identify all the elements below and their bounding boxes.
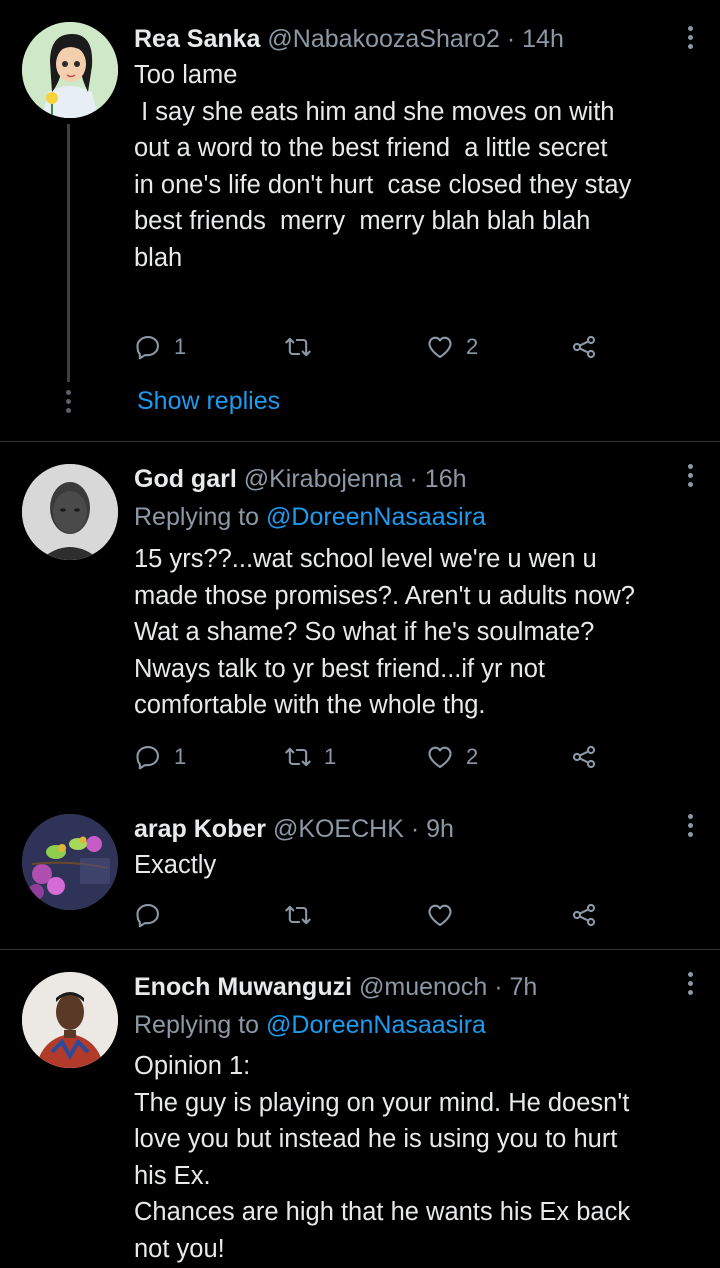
retweet-icon [284, 901, 312, 929]
display-name[interactable]: Enoch Muwanguzi [134, 973, 352, 1001]
user-handle[interactable]: @NabakoozaSharo2 [267, 25, 499, 53]
tweet-text: Exactly [134, 847, 704, 884]
tweet-text-line: his Ex. [134, 1161, 211, 1190]
replying-to: Replying to @DoreenNasaasira [134, 1008, 486, 1042]
reply-count: 1 [174, 334, 187, 359]
replying-to-handle[interactable]: @DoreenNasaasira [266, 1011, 486, 1039]
reply-icon [134, 333, 162, 361]
retweet-count: 1 [324, 744, 337, 769]
thread-dots [66, 390, 71, 417]
share-button[interactable] [570, 740, 598, 774]
avatar-photo [22, 972, 118, 1068]
avatar[interactable] [22, 972, 118, 1068]
tweet-text-line: blah [134, 243, 183, 272]
tweet-text-line: Exactly [134, 851, 217, 879]
like-button[interactable] [426, 898, 454, 932]
tweet-text: Too lame I say she eats him and she move… [134, 57, 704, 276]
user-handle[interactable]: @KOECHK [273, 815, 404, 843]
replying-to: Replying to @DoreenNasaasira [134, 500, 486, 534]
reply-icon [134, 743, 162, 771]
tweet-text-line: Wat a shame? So what if he's soulmate? [134, 618, 595, 646]
retweet-button[interactable] [284, 330, 324, 364]
more-vertical-icon[interactable] [688, 26, 694, 54]
thread-line [67, 124, 70, 382]
display-name[interactable]: Rea Sanka [134, 25, 260, 53]
avatar[interactable] [22, 814, 118, 910]
like-count: 2 [466, 744, 479, 769]
tweet-text-line: love you but instead he is using you to … [134, 1125, 618, 1153]
reply-icon [134, 901, 162, 929]
more-vertical-icon[interactable] [688, 972, 694, 1000]
tweet-text-line: The guy is playing on your mind. He does… [134, 1088, 630, 1117]
tweet-text-line: not you! [134, 1234, 225, 1263]
user-handle[interactable]: @muenoch [359, 973, 487, 1001]
retweet-button[interactable]: 1 [284, 740, 336, 774]
retweet-icon [284, 743, 312, 771]
more-vertical-icon[interactable] [688, 464, 694, 492]
tweet-actions: 1 1 2 [134, 740, 614, 774]
tweet-text-line: I say she eats him and she moves on with [134, 97, 615, 126]
timestamp[interactable]: · 16h [410, 465, 467, 493]
tweet-text-line: Chances are high that he wants his Ex ba… [134, 1198, 631, 1226]
reply-button[interactable]: 1 [134, 740, 186, 774]
heart-icon [426, 743, 454, 771]
reply-button[interactable]: 1 [134, 330, 186, 364]
tweet-text-line: comfortable with the whole thg. [134, 691, 486, 719]
tweet-header: Enoch Muwanguzi @muenoch · 7h [134, 970, 537, 1004]
reply-button[interactable] [134, 898, 162, 932]
avatar[interactable] [22, 464, 118, 560]
avatar-photo [22, 464, 118, 560]
share-button[interactable] [570, 330, 598, 364]
tweet-actions: 1 2 [134, 330, 614, 364]
tweet-header: God garl @Kirabojenna · 16h [134, 462, 467, 496]
tweet-actions [134, 898, 614, 932]
user-handle[interactable]: @Kirabojenna [244, 465, 403, 493]
tweet-text-line: Nways talk to yr best friend...if yr not [134, 654, 545, 683]
tweet-text: Opinion 1: The guy is playing on your mi… [134, 1048, 704, 1267]
show-replies-link[interactable]: Show replies [137, 384, 280, 418]
tweet[interactable]: Rea Sanka @NabakoozaSharo2 · 14h Too lam… [0, 0, 720, 442]
tweet-text-line: Opinion 1: [134, 1052, 251, 1080]
replying-to-label: Replying to [134, 503, 260, 531]
timestamp[interactable]: · 14h [507, 25, 564, 53]
like-button[interactable]: 2 [426, 330, 478, 364]
replying-to-handle[interactable]: @DoreenNasaasira [266, 503, 486, 531]
tweet-text-line: made those promises?. Aren't u adults no… [134, 581, 635, 610]
share-icon [570, 333, 598, 361]
retweet-button[interactable] [284, 898, 312, 932]
tweet-text: 15 yrs??...wat school level we're u wen … [134, 541, 704, 724]
like-button[interactable]: 2 [426, 740, 478, 774]
tweet-text-line: in one's life don't hurt case closed the… [134, 170, 632, 199]
share-button[interactable] [570, 898, 598, 932]
tweet-header: arap Kober @KOECHK · 9h [134, 812, 454, 846]
replying-to-label: Replying to [134, 1011, 260, 1039]
more-vertical-icon[interactable] [688, 814, 694, 842]
share-icon [570, 743, 598, 771]
tweet[interactable]: God garl @Kirabojenna · 16h Replying to … [0, 442, 720, 792]
tweet-header: Rea Sanka @NabakoozaSharo2 · 14h [134, 22, 564, 56]
heart-icon [426, 333, 454, 361]
avatar-illustration [22, 22, 118, 118]
heart-icon [426, 901, 454, 929]
reply-count: 1 [174, 744, 187, 769]
tweet[interactable]: Enoch Muwanguzi @muenoch · 7h Replying t… [0, 950, 720, 1268]
tweet-text-line: 15 yrs??...wat school level we're u wen … [134, 545, 597, 573]
tweet[interactable]: arap Kober @KOECHK · 9h Exactly [0, 792, 720, 949]
tweet-text-line: Too lame [134, 61, 238, 89]
timestamp[interactable]: · 9h [411, 815, 454, 843]
tweet-text-line: best friends merry merry blah blah blah [134, 207, 591, 235]
share-icon [570, 901, 598, 929]
display-name[interactable]: arap Kober [134, 815, 266, 843]
tweet-text-line: out a word to the best friend a little s… [134, 134, 608, 162]
avatar[interactable] [22, 22, 118, 118]
avatar-birds-flowers [22, 814, 118, 910]
display-name[interactable]: God garl [134, 465, 237, 493]
timestamp[interactable]: · 7h [494, 973, 537, 1001]
like-count: 2 [466, 334, 479, 359]
retweet-icon [284, 333, 312, 361]
